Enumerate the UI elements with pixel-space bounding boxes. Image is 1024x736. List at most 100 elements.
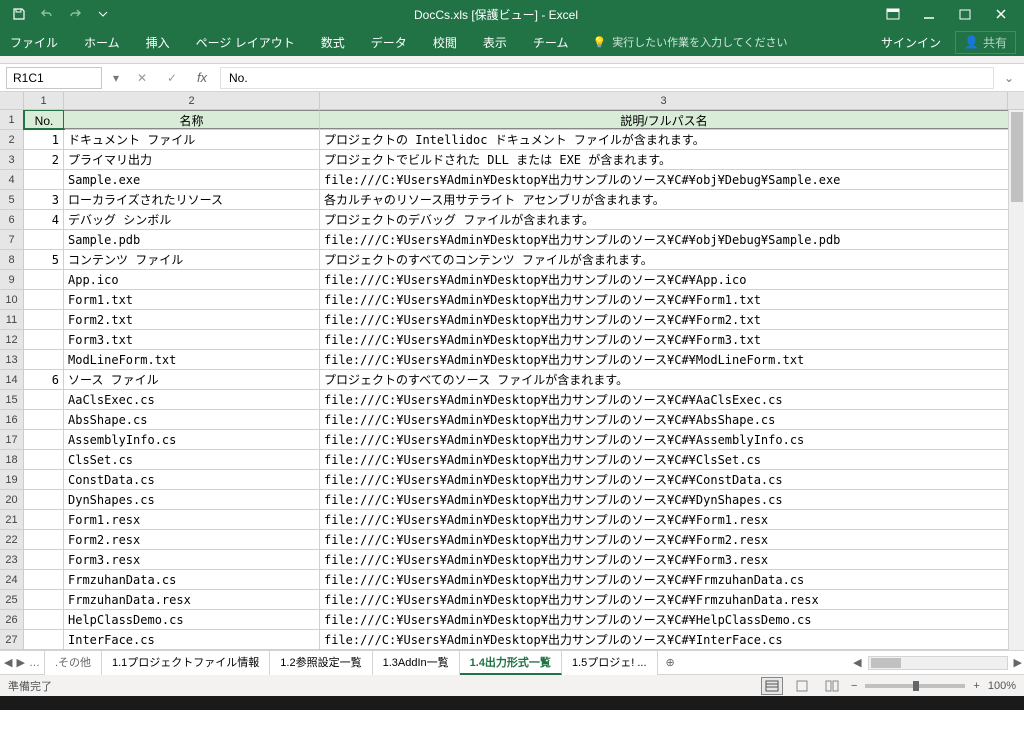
row-header[interactable]: 4	[0, 170, 24, 189]
cell-name[interactable]: AssemblyInfo.cs	[64, 430, 320, 449]
row-header[interactable]: 24	[0, 570, 24, 589]
cell-name[interactable]: AbsShape.cs	[64, 410, 320, 429]
cell-name[interactable]: FrmzuhanData.resx	[64, 590, 320, 609]
tab-file[interactable]: ファイル	[8, 30, 60, 55]
cell-name[interactable]: AaClsExec.cs	[64, 390, 320, 409]
horizontal-scrollbar[interactable]	[868, 656, 1008, 670]
cell-desc[interactable]: プロジェクトのすべてのソース ファイルが含まれます。	[320, 370, 1008, 389]
row-header[interactable]: 12	[0, 330, 24, 349]
cell-no[interactable]	[24, 290, 64, 309]
cell-no-header[interactable]: No.	[24, 110, 64, 129]
cell-no[interactable]	[24, 350, 64, 369]
cell-name[interactable]: Sample.exe	[64, 170, 320, 189]
share-button[interactable]: 👤 共有	[955, 31, 1016, 54]
row-header[interactable]: 9	[0, 270, 24, 289]
row-header[interactable]: 25	[0, 590, 24, 609]
cell-desc[interactable]: file:///C:¥Users¥Admin¥Desktop¥出力サンプルのソー…	[320, 270, 1008, 289]
redo-icon[interactable]	[62, 2, 88, 26]
scrollbar-thumb[interactable]	[871, 658, 901, 668]
cancel-icon[interactable]: ✕	[130, 67, 154, 89]
cell-name[interactable]: App.ico	[64, 270, 320, 289]
cell-desc[interactable]: file:///C:¥Users¥Admin¥Desktop¥出力サンプルのソー…	[320, 330, 1008, 349]
cell-no[interactable]	[24, 590, 64, 609]
row-header[interactable]: 20	[0, 490, 24, 509]
cell-name[interactable]: DynShapes.cs	[64, 490, 320, 509]
vertical-scrollbar[interactable]	[1008, 110, 1024, 650]
cell-no[interactable]: 6	[24, 370, 64, 389]
cell-desc[interactable]: file:///C:¥Users¥Admin¥Desktop¥出力サンプルのソー…	[320, 470, 1008, 489]
sheet-nav-prev-icon[interactable]: ◀	[4, 656, 12, 669]
cell-desc[interactable]: file:///C:¥Users¥Admin¥Desktop¥出力サンプルのソー…	[320, 410, 1008, 429]
row-header[interactable]: 26	[0, 610, 24, 629]
cell-desc[interactable]: file:///C:¥Users¥Admin¥Desktop¥出力サンプルのソー…	[320, 390, 1008, 409]
sheet-tab-t4[interactable]: 1.4出力形式一覧	[460, 651, 562, 675]
cell-no[interactable]	[24, 390, 64, 409]
cell-no[interactable]: 1	[24, 130, 64, 149]
cell-no[interactable]	[24, 570, 64, 589]
cell-no[interactable]	[24, 410, 64, 429]
cell-name[interactable]: Form3.resx	[64, 550, 320, 569]
view-page-layout-icon[interactable]	[791, 677, 813, 695]
cell-desc[interactable]: file:///C:¥Users¥Admin¥Desktop¥出力サンプルのソー…	[320, 570, 1008, 589]
cell-no[interactable]	[24, 170, 64, 189]
cell-name[interactable]: ModLineForm.txt	[64, 350, 320, 369]
cell-name[interactable]: ローカライズされたリソース	[64, 190, 320, 209]
cell-no[interactable]	[24, 230, 64, 249]
row-header[interactable]: 11	[0, 310, 24, 329]
cell-desc[interactable]: プロジェクトのすべてのコンテンツ ファイルが含まれます。	[320, 250, 1008, 269]
cell-name[interactable]: Sample.pdb	[64, 230, 320, 249]
cell-name[interactable]: ConstData.cs	[64, 470, 320, 489]
zoom-out-icon[interactable]: −	[851, 680, 857, 692]
cell-name[interactable]: Form2.resx	[64, 530, 320, 549]
cell-desc[interactable]: 各カルチャのリソース用サテライト アセンブリが含まれます。	[320, 190, 1008, 209]
cell-name[interactable]: ソース ファイル	[64, 370, 320, 389]
cell-desc[interactable]: プロジェクトでビルドされた DLL または EXE が含まれます。	[320, 150, 1008, 169]
maximize-icon[interactable]	[948, 2, 982, 26]
save-icon[interactable]	[6, 2, 32, 26]
hscroll-left-icon[interactable]: ◀	[851, 656, 863, 669]
qat-customize-icon[interactable]	[90, 2, 116, 26]
cell-no[interactable]: 4	[24, 210, 64, 229]
row-header[interactable]: 8	[0, 250, 24, 269]
tell-me-search[interactable]: 💡 実行したい作業を入力してください	[592, 34, 787, 50]
cell-name[interactable]: Form3.txt	[64, 330, 320, 349]
tab-formulas[interactable]: 数式	[319, 30, 347, 55]
cell-no[interactable]	[24, 610, 64, 629]
cell-name[interactable]: InterFace.cs	[64, 630, 320, 649]
cell-no[interactable]: 2	[24, 150, 64, 169]
cell-desc[interactable]: file:///C:¥Users¥Admin¥Desktop¥出力サンプルのソー…	[320, 590, 1008, 609]
cell-name[interactable]: HelpClassDemo.cs	[64, 610, 320, 629]
cell-no[interactable]	[24, 550, 64, 569]
cell-no[interactable]	[24, 470, 64, 489]
cell-name[interactable]: Form2.txt	[64, 310, 320, 329]
formula-input[interactable]: No.	[220, 67, 994, 89]
cell-no[interactable]	[24, 330, 64, 349]
cell-no[interactable]	[24, 430, 64, 449]
cell-no[interactable]: 5	[24, 250, 64, 269]
cell-no[interactable]	[24, 450, 64, 469]
cell-no[interactable]	[24, 530, 64, 549]
row-header[interactable]: 2	[0, 130, 24, 149]
sheet-nav-more-icon[interactable]: …	[29, 657, 40, 669]
select-all-corner[interactable]	[0, 92, 24, 109]
cell-desc[interactable]: file:///C:¥Users¥Admin¥Desktop¥出力サンプルのソー…	[320, 550, 1008, 569]
cell-desc[interactable]: file:///C:¥Users¥Admin¥Desktop¥出力サンプルのソー…	[320, 430, 1008, 449]
cell-name[interactable]: ClsSet.cs	[64, 450, 320, 469]
sheet-nav-next-icon[interactable]: ▶	[16, 656, 24, 669]
formula-expand-icon[interactable]: ⌄	[1000, 71, 1018, 85]
hscroll-right-icon[interactable]: ▶	[1012, 656, 1024, 669]
cell-desc[interactable]: file:///C:¥Users¥Admin¥Desktop¥出力サンプルのソー…	[320, 170, 1008, 189]
row-header[interactable]: 17	[0, 430, 24, 449]
cell-name[interactable]: デバッグ シンボル	[64, 210, 320, 229]
view-normal-icon[interactable]	[761, 677, 783, 695]
tab-layout[interactable]: ページ レイアウト	[194, 30, 297, 55]
cell-no[interactable]	[24, 490, 64, 509]
add-sheet-icon[interactable]: ⊕	[658, 656, 683, 669]
cell-desc[interactable]: file:///C:¥Users¥Admin¥Desktop¥出力サンプルのソー…	[320, 450, 1008, 469]
scrollbar-thumb[interactable]	[1011, 112, 1023, 202]
cell-no[interactable]: 3	[24, 190, 64, 209]
cell-desc-header[interactable]: 説明/フルパス名	[320, 110, 1008, 129]
row-header[interactable]: 15	[0, 390, 24, 409]
row-header[interactable]: 6	[0, 210, 24, 229]
cell-desc[interactable]: プロジェクトのデバッグ ファイルが含まれます。	[320, 210, 1008, 229]
